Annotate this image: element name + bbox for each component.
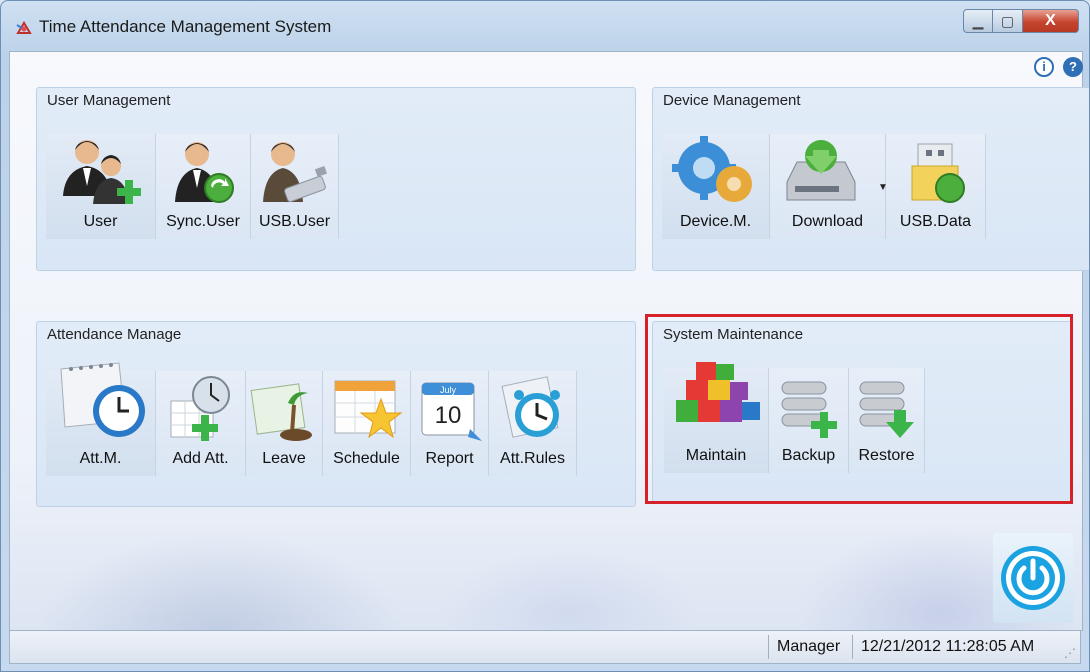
add-att-button[interactable]: Add Att. bbox=[156, 371, 246, 476]
usb-data-button[interactable]: USB.Data bbox=[886, 134, 986, 239]
schedule-button[interactable]: Schedule bbox=[323, 371, 411, 476]
download-button[interactable]: ▼ Download bbox=[770, 134, 888, 239]
button-label: Add Att. bbox=[172, 450, 229, 467]
device-m-button[interactable]: Device.M. bbox=[662, 134, 770, 239]
status-datetime: 12/21/2012 11:28:05 AM bbox=[852, 635, 1061, 659]
user-button[interactable]: User bbox=[46, 134, 156, 239]
button-label: User bbox=[83, 213, 118, 230]
calendar-clock-icon bbox=[59, 362, 145, 437]
att-rules-button[interactable]: Att.Rules bbox=[489, 371, 577, 476]
status-user: Manager bbox=[768, 635, 857, 659]
device-management-toolbar: Device.M. ▼ Download USB.Data bbox=[662, 134, 986, 239]
group-title: User Management bbox=[47, 92, 171, 109]
info-icon[interactable]: i bbox=[1034, 57, 1054, 77]
app-logo-icon bbox=[16, 21, 32, 34]
power-icon bbox=[1001, 546, 1065, 610]
user-add-icon bbox=[62, 140, 141, 204]
button-label: Device.M. bbox=[679, 213, 752, 230]
report-button[interactable]: July 10 Report bbox=[411, 371, 489, 476]
window-controls: ▁ ▢ X bbox=[963, 9, 1079, 35]
schedule-icon bbox=[334, 380, 402, 439]
button-label: Sync.User bbox=[166, 213, 240, 230]
maximize-button[interactable]: ▢ bbox=[993, 9, 1023, 33]
window-title: Time Attendance Management System bbox=[39, 17, 332, 36]
resize-grip-icon[interactable]: ⋰ bbox=[1064, 646, 1076, 660]
close-icon: X bbox=[1045, 12, 1056, 29]
button-label: Schedule bbox=[333, 450, 400, 467]
close-button[interactable]: X bbox=[1023, 9, 1079, 33]
report-calendar-icon: July 10 bbox=[421, 382, 482, 441]
button-label: Att.Rules bbox=[500, 450, 565, 467]
sync-user-button[interactable]: Sync.User bbox=[156, 134, 251, 239]
leave-button[interactable]: Leave bbox=[246, 371, 323, 476]
user-sync-icon bbox=[175, 142, 234, 203]
maximize-icon: ▢ bbox=[1000, 13, 1015, 29]
button-label: Leave bbox=[262, 450, 306, 467]
attendance-manage-toolbar: Att.M. Add Att. Leave Schedule July 10 R… bbox=[46, 362, 577, 476]
leave-icon bbox=[250, 383, 312, 441]
system-maintenance-highlight bbox=[645, 314, 1073, 504]
usb-user-button[interactable]: USB.User bbox=[251, 134, 339, 239]
minimize-icon: ▁ bbox=[972, 13, 984, 29]
usb-data-icon bbox=[911, 143, 965, 203]
button-label: USB.Data bbox=[899, 213, 972, 230]
group-title: Attendance Manage bbox=[47, 326, 182, 343]
help-icon[interactable]: ? bbox=[1063, 57, 1083, 77]
add-attendance-icon bbox=[170, 376, 230, 441]
minimize-button[interactable]: ▁ bbox=[963, 9, 993, 33]
group-title: Device Management bbox=[663, 92, 801, 109]
button-label: Download bbox=[791, 213, 864, 230]
usb-user-icon bbox=[262, 142, 327, 203]
alarm-clock-icon bbox=[501, 376, 560, 438]
report-day: 10 bbox=[434, 402, 461, 429]
button-label: USB.User bbox=[258, 213, 331, 230]
gears-icon bbox=[671, 136, 752, 202]
main-window: Time Attendance Management System ▁ ▢ X … bbox=[0, 0, 1090, 672]
user-management-toolbar: User Sync.User USB.User bbox=[46, 134, 339, 239]
att-m-button[interactable]: Att.M. bbox=[46, 362, 156, 476]
button-label: Report bbox=[425, 450, 474, 467]
download-drive-icon bbox=[786, 140, 856, 201]
report-month: July bbox=[439, 385, 456, 395]
button-label: Att.M. bbox=[79, 450, 122, 467]
title-bar[interactable]: Time Attendance Management System ▁ ▢ X bbox=[1, 1, 1089, 57]
status-bar: Manager 12/21/2012 11:28:05 AM ⋰ bbox=[9, 630, 1081, 664]
power-button[interactable] bbox=[993, 533, 1073, 623]
